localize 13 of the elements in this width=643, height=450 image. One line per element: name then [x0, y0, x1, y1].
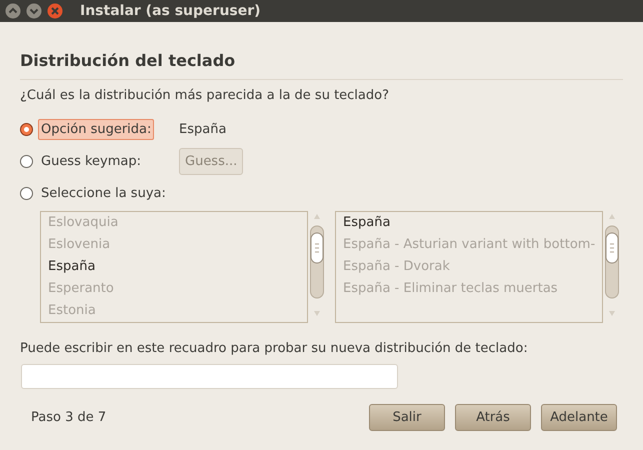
- window-controls-icon[interactable]: [4, 2, 64, 20]
- radio-option[interactable]: Guess keymap:: [20, 150, 175, 172]
- question-text: ¿Cuál es la distribución más parecida a la de su teclado?: [20, 87, 390, 105]
- nav-button[interactable]: Adelante: [541, 404, 617, 431]
- window-title: Instalar (as superuser): [80, 2, 261, 20]
- nav-button[interactable]: Atrás: [455, 404, 531, 431]
- radio-option[interactable]: Seleccione la suya:: [20, 182, 175, 204]
- step-indicator: Paso 3 de 7: [31, 408, 106, 427]
- test-field-label: Puede escribir en este recuadro para probar su nueva distribución de teclado:: [20, 340, 529, 358]
- section-heading: Distribución del teclado: [20, 49, 623, 80]
- suggested-layout: España: [179, 120, 226, 139]
- nav-button[interactable]: Salir: [369, 404, 445, 431]
- test-input-field[interactable]: [21, 364, 398, 389]
